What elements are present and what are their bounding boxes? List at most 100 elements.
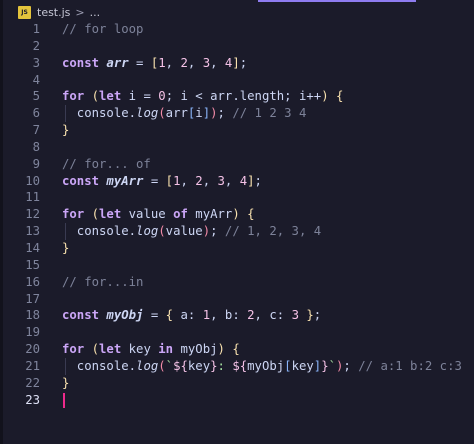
code-token: myArr [106, 173, 144, 188]
code-line[interactable]: 10 const myArr = [1, 2, 3, 4]; [0, 173, 474, 190]
code-token: ${ [232, 358, 248, 373]
code-token: 2 [195, 173, 203, 188]
code-token: // for loop [62, 22, 144, 36]
code-line[interactable]: 18 const myObj = { a: 1, b: 2, c: 3 }; [0, 307, 474, 324]
code-token: ] [232, 55, 240, 70]
code-line[interactable]: 13 console.log(value); // 1, 2, 3, 4 [0, 223, 474, 240]
code-token: [ [165, 173, 174, 188]
line-content: console.log(arr[i]); // 1 2 3 4 [62, 105, 307, 122]
line-content: // for... of [62, 156, 151, 173]
code-token: i [195, 106, 203, 121]
line-number: 18 [25, 308, 40, 323]
code-token: value [165, 224, 203, 239]
code-line[interactable]: 20 for (let key in myObj) { [0, 341, 474, 358]
breadcrumb-more[interactable]: ... [90, 6, 101, 19]
code-token: ) [321, 89, 329, 104]
code-token: , [180, 173, 196, 188]
code-token: let [99, 207, 129, 222]
code-line[interactable]: 7} [0, 122, 474, 139]
line-number: 20 [25, 342, 40, 357]
code-line[interactable]: 2 [0, 38, 474, 55]
breadcrumb: JS test.js > ... [0, 2, 474, 22]
code-token: ` [328, 358, 337, 373]
code-token: // for...in [62, 274, 144, 289]
code-token: , b: [210, 308, 248, 323]
code-area[interactable]: 1// for loop 2 3 const arr = [1, 2, 3, 4]; 4… [0, 21, 474, 408]
code-token: // 1, 2, 3, 4 [224, 224, 322, 239]
code-line[interactable]: 11 [0, 189, 474, 206]
code-token: for [62, 89, 92, 104]
line-number: 23 [25, 392, 40, 407]
code-token: a: [173, 308, 203, 323]
line-number: 9 [32, 156, 40, 171]
code-token: } [306, 308, 314, 323]
code-token: } [62, 240, 70, 255]
code-token: .length; [232, 89, 299, 104]
code-line[interactable]: 21 console.log(`${key}: ${myObj[key]}`);… [0, 357, 474, 375]
code-token: ) [217, 342, 225, 357]
breadcrumb-separator-icon: > [75, 5, 85, 19]
code-token: , [210, 55, 225, 70]
line-content: // for...in [62, 274, 143, 291]
code-line[interactable]: 14} [0, 240, 474, 257]
code-line[interactable]: 16 // for...in [0, 274, 474, 291]
text-cursor [63, 392, 65, 408]
code-token: console. [62, 106, 137, 121]
code-line[interactable]: 8 [0, 139, 474, 156]
code-line[interactable]: 6 console.log(arr[i]); // 1 2 3 4 [0, 105, 474, 123]
code-token: const [62, 55, 107, 70]
code-line[interactable]: 12 for (let value of myArr) { [0, 206, 474, 223]
line-number: 13 [25, 224, 40, 239]
line-number: 14 [25, 240, 40, 255]
code-line[interactable]: 9 // for... of [0, 156, 474, 173]
code-token: ${ [173, 358, 188, 373]
code-token: 2 [247, 308, 255, 323]
line-number: 11 [25, 190, 40, 205]
code-token: // 1 2 3 4 [232, 106, 307, 121]
line-content: console.log(value); // 1, 2, 3, 4 [62, 223, 321, 240]
line-number: 21 [25, 358, 40, 373]
code-token: 1 [202, 308, 211, 323]
code-token: ) [202, 224, 211, 239]
code-line[interactable]: 22} [0, 375, 474, 392]
code-line[interactable]: 1 // for loop [0, 21, 474, 38]
code-line[interactable]: 5 for (let i = 0; i < arr.length; i++) { [0, 88, 474, 105]
code-line[interactable]: 17 [0, 291, 474, 308]
code-token: ) [210, 106, 218, 121]
code-token: ( [158, 358, 166, 373]
code-token: for [62, 207, 92, 222]
javascript-file-icon: JS [18, 5, 31, 19]
code-token: 3 [217, 173, 225, 188]
code-token: } [62, 375, 70, 390]
code-token: , [165, 55, 181, 70]
code-line[interactable]: 3 const arr = [1, 2, 3, 4]; [0, 55, 474, 72]
code-token: let [99, 89, 129, 104]
code-token: ; [217, 106, 233, 121]
code-token: log [136, 358, 159, 373]
line-number: 12 [25, 207, 40, 222]
code-token: = [128, 55, 151, 70]
code-token: myArr [195, 207, 233, 222]
code-token: arr [210, 89, 233, 104]
code-token: for [62, 342, 92, 357]
code-token: 3 [291, 308, 299, 323]
code-line[interactable]: 23 [0, 392, 474, 409]
code-line[interactable]: 4 [0, 72, 474, 89]
code-token: < [187, 89, 211, 104]
code-token: in [158, 342, 181, 357]
code-line[interactable]: 19 [0, 324, 474, 341]
code-token: console. [62, 224, 137, 239]
code-token: 0 [158, 89, 166, 104]
breadcrumb-file-name[interactable]: test.js [37, 6, 70, 19]
code-token: ; [313, 308, 322, 323]
code-token: ] [247, 173, 255, 188]
code-token: = [143, 308, 166, 323]
line-number: 5 [32, 89, 40, 104]
code-token: ) [232, 207, 240, 222]
code-editor[interactable]: JS test.js > ... 1// for loop 2 3 const arr… [0, 0, 474, 444]
line-content: const arr = [1, 2, 3, 4]; [62, 55, 247, 72]
code-line[interactable]: 15 [0, 257, 474, 274]
code-token: } [62, 123, 70, 138]
line-content: } [62, 240, 69, 257]
